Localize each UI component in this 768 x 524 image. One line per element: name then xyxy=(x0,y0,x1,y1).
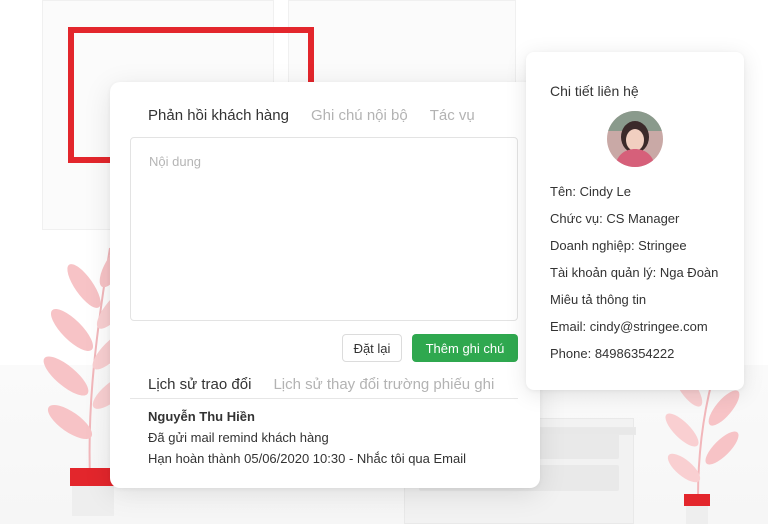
contact-details-card: Chi tiết liên hệ Tên: Cindy Le Chức vụ: … xyxy=(526,52,744,390)
contact-email: Email: cindy@stringee.com xyxy=(550,319,708,334)
contact-position: Chức vụ: CS Manager xyxy=(550,211,680,226)
content-textarea-container xyxy=(130,137,518,321)
history-entry-message: Đã gửi mail remind khách hàng xyxy=(148,430,329,445)
contact-info-list: Tên: Cindy Le Chức vụ: CS Manager Doanh … xyxy=(550,183,718,372)
tab-internal-note[interactable]: Ghi chú nội bộ xyxy=(311,107,408,124)
response-tabs: Phản hồi khách hàng Ghi chú nội bộ Tác v… xyxy=(148,107,475,124)
add-note-button[interactable]: Thêm ghi chú xyxy=(412,334,518,362)
avatar-photo-icon xyxy=(607,111,663,167)
avatar xyxy=(607,111,663,167)
history-divider xyxy=(130,398,518,399)
history-entry-author: Nguyễn Thu Hiền xyxy=(148,409,255,424)
contact-name: Tên: Cindy Le xyxy=(550,184,631,199)
reset-button[interactable]: Đặt lại xyxy=(342,334,402,362)
tab-field-change-history[interactable]: Lịch sử thay đổi trường phiếu ghi xyxy=(273,376,494,393)
tab-tasks[interactable]: Tác vụ xyxy=(430,107,475,124)
background-panel-right xyxy=(288,0,516,90)
tab-conversation-history[interactable]: Lịch sử trao đổi xyxy=(148,376,251,393)
content-textarea[interactable] xyxy=(131,138,517,320)
contact-description: Miêu tả thông tin xyxy=(550,292,647,307)
history-tabs: Lịch sử trao đổi Lịch sử thay đổi trường… xyxy=(148,376,494,393)
customer-response-panel: Phản hồi khách hàng Ghi chú nội bộ Tác v… xyxy=(110,82,540,488)
contact-account-manager: Tài khoản quản lý: Nga Đoàn xyxy=(550,265,719,280)
background-desk-top xyxy=(538,427,636,435)
tab-customer-response[interactable]: Phản hồi khách hàng xyxy=(148,107,289,124)
contact-details-title: Chi tiết liên hệ xyxy=(550,83,639,99)
contact-phone: Phone: 84986354222 xyxy=(550,346,675,361)
contact-company: Doanh nghiệp: Stringee xyxy=(550,238,687,253)
history-entry: Nguyễn Thu Hiền Đã gửi mail remind khách… xyxy=(148,406,466,469)
history-entry-deadline: Hạn hoàn thành 05/06/2020 10:30 - Nhắc t… xyxy=(148,451,467,466)
